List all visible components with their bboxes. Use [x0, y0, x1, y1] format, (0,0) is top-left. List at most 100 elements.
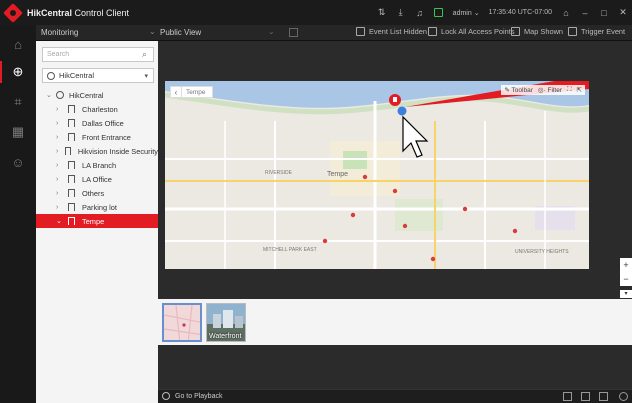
- status-icon[interactable]: [434, 8, 444, 18]
- user-menu[interactable]: admin ⌄: [453, 9, 480, 17]
- zoom-in-button[interactable]: +: [623, 260, 628, 270]
- building-icon[interactable]: ▦: [0, 117, 36, 147]
- module-selector[interactable]: Monitoring: [41, 28, 78, 37]
- close-icon[interactable]: ✕: [618, 7, 628, 18]
- map-toolbar: ✎ Toolbar ◎· Filter ⛶ ⇱: [501, 85, 585, 95]
- area-icon: [68, 175, 75, 183]
- chevron-right-icon[interactable]: ›: [56, 204, 64, 211]
- chevron-right-icon[interactable]: ›: [56, 134, 64, 141]
- event-list-icon: [356, 27, 365, 36]
- bell-icon[interactable]: ♫: [415, 8, 425, 18]
- chevron-right-icon[interactable]: ›: [56, 106, 64, 113]
- settings-icon[interactable]: [619, 392, 628, 401]
- tree-item-la-office[interactable]: › LA Office: [36, 172, 158, 186]
- area-icon: [68, 203, 75, 211]
- tree-item-others[interactable]: › Others: [36, 186, 158, 200]
- map-view: RIVERSIDE MITCHELL PARK EAST UNIVERSITY …: [158, 41, 632, 389]
- chevron-right-icon[interactable]: ›: [56, 120, 64, 127]
- title-bar: HikCentral Control Client ⇅ ⤓ ♫ admin ⌄ …: [0, 0, 632, 25]
- globe-icon: [47, 71, 55, 80]
- tree-item-charleston[interactable]: › Charleston: [36, 102, 158, 116]
- person-icon[interactable]: ☺: [0, 147, 36, 177]
- layout-icon[interactable]: [581, 392, 590, 401]
- tree-item-hikvision-inside-security[interactable]: › Hikvision Inside Security: [36, 144, 158, 158]
- search-input[interactable]: [42, 47, 154, 62]
- area-icon: [65, 147, 71, 155]
- chevron-right-icon[interactable]: ›: [56, 162, 64, 169]
- popout-icon[interactable]: ⇱: [577, 86, 582, 94]
- chevron-right-icon[interactable]: ›: [56, 176, 64, 183]
- view-selector[interactable]: Public View: [160, 28, 201, 37]
- area-icon: [68, 161, 75, 169]
- chevron-down-icon: ▾: [144, 73, 148, 80]
- go-to-playback-button[interactable]: Go to Playback: [162, 392, 222, 400]
- area-icon: [68, 105, 75, 113]
- zoom-out-button[interactable]: −: [623, 274, 628, 284]
- trigger-icon: [568, 27, 577, 36]
- chevron-right-icon[interactable]: ›: [56, 148, 61, 155]
- tree-item-front-entrance[interactable]: › Front Entrance: [36, 130, 158, 144]
- left-navigation-rail: ⌂ ⊕ ⌗ ▦ ☺: [0, 25, 36, 403]
- globe-icon: [56, 91, 64, 99]
- tree-item-parking-lot[interactable]: › Parking lot: [36, 200, 158, 214]
- sort-icon[interactable]: ⇅: [377, 7, 387, 18]
- bottom-bar: Go to Playback: [158, 389, 632, 403]
- minimize-icon[interactable]: –: [580, 8, 590, 18]
- zoom-control: + −: [620, 258, 632, 286]
- home-icon[interactable]: ⌂: [0, 29, 36, 59]
- map-toggle[interactable]: Map Shown: [511, 27, 563, 36]
- face-capture-icon[interactable]: ⌗: [0, 87, 36, 117]
- chevron-down-icon[interactable]: ⌄: [46, 91, 54, 99]
- lock-icon: [428, 27, 437, 36]
- chevron-right-icon[interactable]: ›: [56, 190, 64, 197]
- map-thumbnail-image: [164, 305, 200, 340]
- clock-text: 17:35:40 UTC-07:00: [488, 9, 552, 16]
- fullscreen-icon[interactable]: [599, 392, 608, 401]
- maximize-icon[interactable]: □: [599, 8, 609, 18]
- lock-all-access-points-button[interactable]: Lock All Access Points: [428, 27, 515, 36]
- tree-root[interactable]: ⌄ HikCentral: [36, 88, 158, 102]
- area-tree: ⌄ HikCentral › Charleston › Dallas Office …: [36, 88, 158, 228]
- playback-icon: [162, 392, 170, 400]
- globe-icon[interactable]: ⊕: [0, 57, 36, 87]
- area-icon: [68, 189, 75, 197]
- map-icon: [511, 27, 520, 36]
- screenshot-icon[interactable]: [563, 392, 572, 401]
- tree-item-la-branch[interactable]: › LA Branch: [36, 158, 158, 172]
- map-label-riverside: RIVERSIDE: [265, 170, 293, 176]
- app-title: HikCentral Control Client: [27, 7, 130, 18]
- resource-panel: ⌕ HikCentral ▾ ⌄ HikCentral ›Charleston …: [36, 41, 193, 403]
- map-thumbnail[interactable]: [162, 303, 202, 342]
- filter-button[interactable]: ◎· Filter: [538, 86, 562, 94]
- title-bar-controls: ⇅ ⤓ ♫ admin ⌄ 17:35:40 UTC-07:00 ⌂ – □ ✕: [377, 0, 628, 25]
- trigger-event-button[interactable]: Trigger Event: [568, 27, 625, 36]
- area-icon: [68, 119, 75, 127]
- map-thumbnail-waterfront[interactable]: Waterfront: [206, 303, 246, 342]
- tree-item-tempe[interactable]: ⌄ Tempe: [36, 214, 158, 228]
- city-map-image: RIVERSIDE MITCHELL PARK EAST UNIVERSITY …: [165, 81, 589, 269]
- map-label-mitchell-park-east: MITCHELL PARK EAST: [263, 247, 317, 253]
- toolbar-button[interactable]: ✎ Toolbar: [504, 86, 532, 94]
- chevron-down-icon[interactable]: ⌄: [149, 27, 156, 36]
- chevron-down-icon[interactable]: ⌄: [268, 27, 275, 36]
- hikcentral-logo-icon: [3, 2, 23, 23]
- module-bar: Monitoring ⌄ Public View ⌄ Event List Hi…: [36, 25, 632, 41]
- map-canvas[interactable]: RIVERSIDE MITCHELL PARK EAST UNIVERSITY …: [165, 81, 589, 269]
- tree-item-dallas-office[interactable]: › Dallas Office: [36, 116, 158, 130]
- map-label-university-heights: UNIVERSITY HEIGHTS: [515, 249, 569, 255]
- event-list-toggle[interactable]: Event List Hidden: [356, 27, 427, 36]
- site-selector[interactable]: HikCentral ▾: [42, 68, 154, 83]
- window-layout-icon[interactable]: [289, 28, 298, 37]
- download-icon[interactable]: ⤓: [396, 7, 406, 18]
- breadcrumb: ‹ Tempe: [170, 86, 213, 98]
- zoom-reset-button[interactable]: ▾: [620, 290, 632, 298]
- chevron-down-icon[interactable]: ⌄: [56, 217, 64, 225]
- map-thumbnail-strip: Waterfront: [158, 299, 632, 345]
- lock-icon[interactable]: ⌂: [561, 8, 571, 18]
- area-icon: [68, 133, 75, 141]
- area-icon: [68, 217, 75, 225]
- fullscreen-icon[interactable]: ⛶: [567, 86, 572, 94]
- camera-marker-icon[interactable]: [397, 106, 407, 116]
- search-icon[interactable]: ⌕: [142, 49, 147, 60]
- back-icon[interactable]: ‹: [171, 87, 182, 97]
